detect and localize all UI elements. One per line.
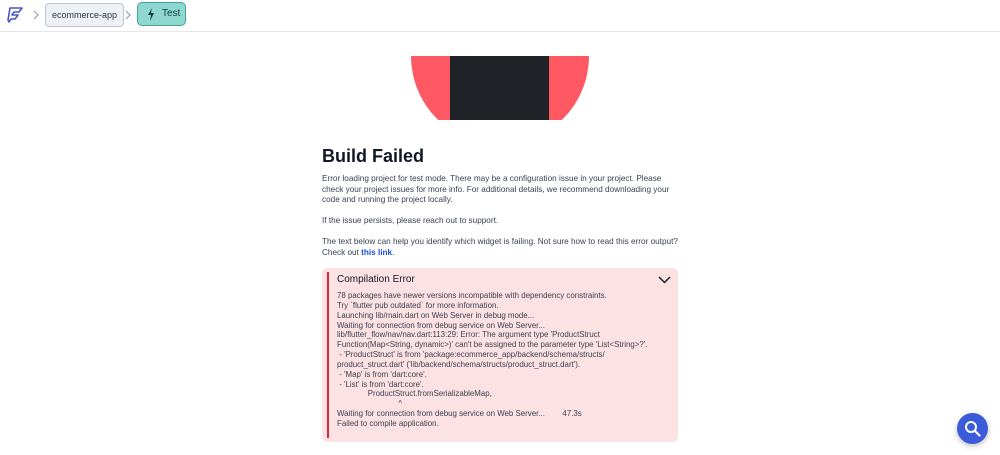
search-fab-button[interactable] [957, 413, 988, 444]
lightning-bolt-icon [148, 8, 154, 21]
help-note-end: . [392, 247, 395, 257]
error-description: Error loading project for test mode. The… [322, 174, 670, 204]
help-note: The text below can help you identify whi… [322, 237, 678, 258]
compilation-error-panel: Compilation Error 78 packages have newer… [322, 268, 678, 442]
chevron-right-icon [125, 10, 131, 20]
help-link[interactable]: this link [361, 248, 392, 257]
build-failed-illustration [411, 56, 589, 120]
error-log: 78 packages have newer versions incompat… [337, 291, 648, 428]
breadcrumb-project[interactable]: ecommerce-app [45, 3, 125, 27]
chevron-down-icon[interactable] [658, 276, 671, 284]
chevron-right-icon [33, 10, 39, 20]
search-icon [965, 421, 981, 437]
top-bar: ecommerce-app Test [0, 0, 1000, 32]
flutterflow-logo-icon[interactable] [6, 5, 26, 25]
support-note: If the issue persists, please reach out … [322, 216, 499, 225]
error-title: Compilation Error [337, 274, 415, 285]
mode-label: Test [162, 8, 181, 19]
error-accent-bar [327, 272, 329, 438]
breadcrumb-test-mode[interactable]: Test [137, 2, 186, 26]
page-title: Build Failed [322, 146, 425, 166]
